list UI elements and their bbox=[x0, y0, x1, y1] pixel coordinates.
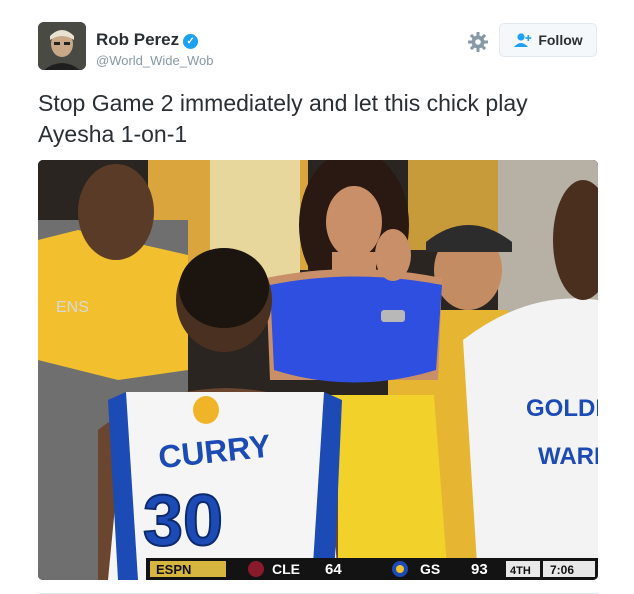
gear-icon[interactable] bbox=[466, 30, 490, 54]
photo-scene: ENS GOLDE WARI CURRY 30 ESPN bbox=[38, 160, 598, 580]
team2-label: GS bbox=[420, 561, 440, 577]
tweet-text-line1: Stop Game 2 immediately and let this chi… bbox=[38, 90, 528, 116]
svg-text:ENS: ENS bbox=[56, 299, 89, 316]
verified-icon: ✓ bbox=[183, 34, 199, 49]
team2-score: 93 bbox=[471, 561, 488, 578]
avatar[interactable] bbox=[38, 22, 86, 70]
game-clock: 7:06 bbox=[550, 563, 574, 577]
author-handle[interactable]: @World_Wide_Wob bbox=[96, 53, 213, 68]
author-name-text: Rob Perez bbox=[96, 30, 180, 49]
shirt-text-1: GOLDE bbox=[526, 395, 598, 422]
jersey-number: 30 bbox=[143, 481, 223, 561]
tweet-text-line2: Ayesha 1-on-1 bbox=[38, 121, 188, 147]
shirt-text-2: WARI bbox=[538, 443, 598, 470]
tweet-photo[interactable]: ENS GOLDE WARI CURRY 30 ESPN bbox=[38, 160, 598, 580]
follow-label: Follow bbox=[538, 32, 583, 48]
team1-label: CLE bbox=[272, 561, 300, 577]
tweet-text: Stop Game 2 immediately and let this chi… bbox=[38, 88, 608, 150]
tweet-header: Rob Perez ✓ @World_Wide_Wob Follow bbox=[38, 22, 598, 74]
network-logo: ESPN bbox=[156, 562, 191, 577]
follow-button[interactable]: Follow bbox=[499, 23, 597, 57]
author-name[interactable]: Rob Perez ✓ bbox=[96, 30, 199, 50]
team1-score: 64 bbox=[325, 561, 342, 578]
period-label: 4TH bbox=[510, 565, 531, 577]
add-user-icon bbox=[514, 33, 532, 47]
